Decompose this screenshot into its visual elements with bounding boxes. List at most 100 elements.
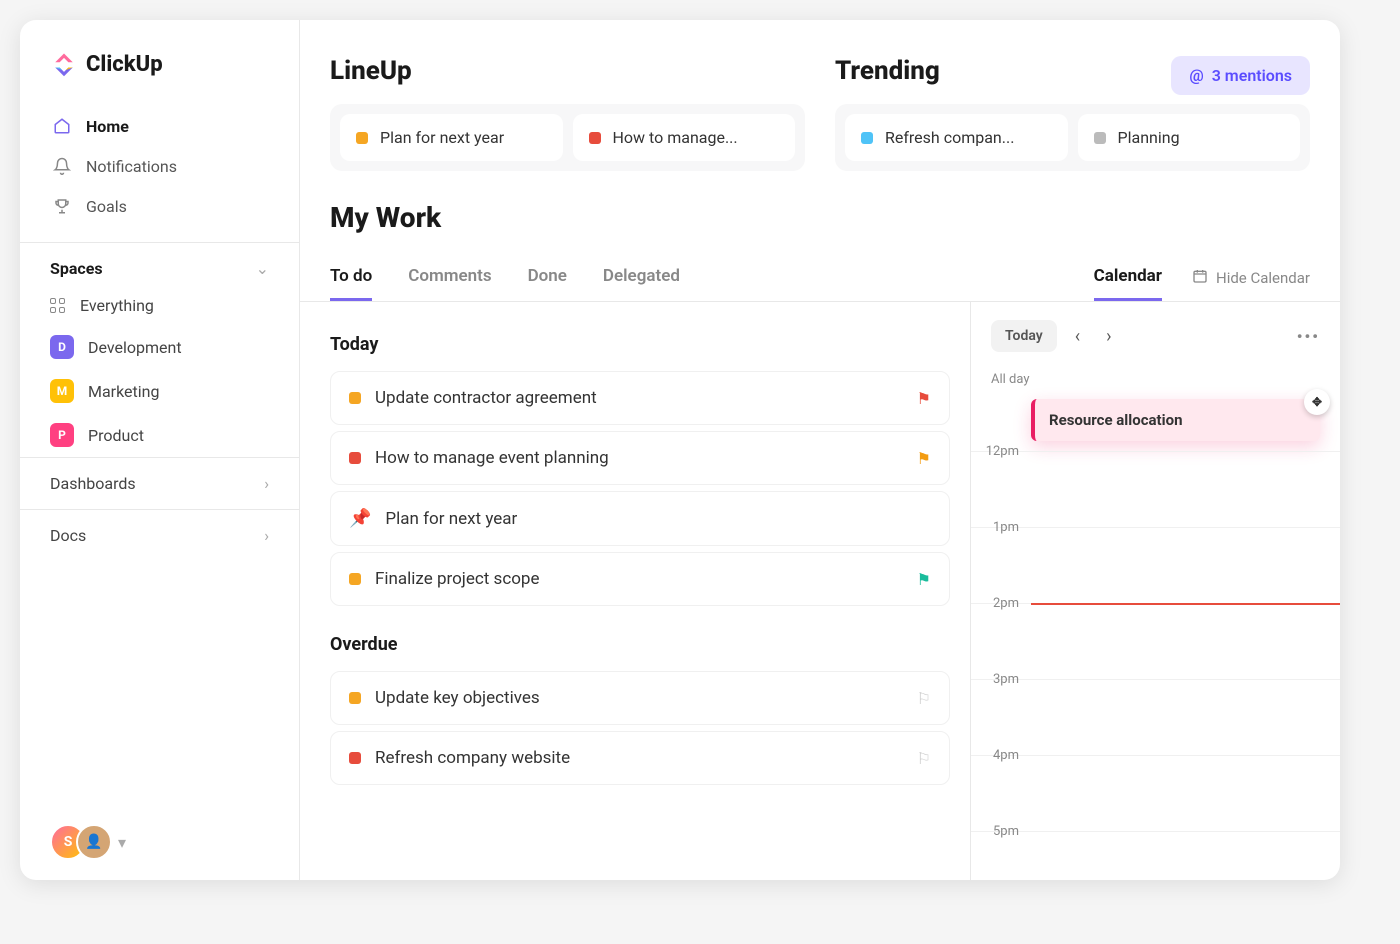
trending-card[interactable]: Planning	[1078, 114, 1301, 161]
logo[interactable]: ClickUp	[20, 20, 299, 98]
home-icon	[52, 116, 72, 136]
logo-text: ClickUp	[86, 52, 163, 77]
space-product[interactable]: P Product	[20, 413, 299, 457]
tabs-row: To do Comments Done Delegated Calendar H…	[300, 254, 1340, 302]
nav-goals-label: Goals	[86, 197, 127, 216]
space-badge-dev: D	[50, 335, 74, 359]
now-indicator	[1031, 603, 1340, 605]
lineup-widget: LineUp Plan for next year How to manage.…	[330, 56, 805, 171]
flag-icon[interactable]: ⚑	[917, 449, 931, 468]
status-dot	[589, 132, 601, 144]
pin-icon: 📌	[349, 508, 371, 529]
task-label: Plan for next year	[385, 509, 517, 529]
tab-delegated[interactable]: Delegated	[603, 254, 680, 301]
nav-home[interactable]: Home	[40, 106, 279, 146]
docs-section[interactable]: Docs ›	[20, 509, 299, 561]
docs-label: Docs	[50, 526, 86, 545]
nav-goals[interactable]: Goals	[40, 186, 279, 226]
at-icon: @	[1189, 66, 1203, 85]
card-label: Refresh compan...	[885, 128, 1014, 147]
group-today-title: Today	[330, 334, 950, 355]
bell-icon	[52, 156, 72, 176]
calendar-icon	[1192, 268, 1208, 288]
spaces-title: Spaces	[50, 259, 103, 278]
tasks-column: Today Update contractor agreement ⚑ How …	[300, 302, 970, 880]
dashboards-section[interactable]: Dashboards ›	[20, 457, 299, 509]
chevron-right-icon: ›	[264, 526, 269, 545]
space-everything-label: Everything	[80, 296, 154, 315]
hide-calendar-button[interactable]: Hide Calendar	[1162, 268, 1310, 288]
trophy-icon	[52, 196, 72, 216]
status-dot	[349, 573, 361, 585]
calendar-header: Today ‹ › •••	[971, 320, 1340, 366]
today-button[interactable]: Today	[991, 320, 1057, 352]
flag-icon[interactable]: ⚑	[917, 570, 931, 589]
trending-card[interactable]: Refresh compan...	[845, 114, 1068, 161]
next-button[interactable]: ›	[1098, 322, 1119, 351]
tab-comments[interactable]: Comments	[408, 254, 491, 301]
more-icon[interactable]: •••	[1297, 327, 1320, 346]
avatar-section[interactable]: S 👤 ▾	[20, 804, 299, 880]
top-widgets: LineUp Plan for next year How to manage.…	[300, 56, 1340, 171]
task-label: Finalize project scope	[375, 569, 540, 589]
primary-nav: Home Notifications Goals	[20, 98, 299, 234]
lineup-card[interactable]: How to manage...	[573, 114, 796, 161]
card-label: Planning	[1118, 128, 1180, 147]
nav-notifications[interactable]: Notifications	[40, 146, 279, 186]
space-label: Marketing	[88, 382, 159, 401]
time-row[interactable]: 12pm	[971, 451, 1340, 527]
task-item[interactable]: 📌 Plan for next year	[330, 491, 950, 546]
space-everything[interactable]: Everything	[20, 286, 299, 325]
nav-notifications-label: Notifications	[86, 157, 177, 176]
time-label: 12pm	[971, 444, 1031, 459]
time-row[interactable]: 5pm	[971, 831, 1340, 880]
time-row[interactable]: 1pm	[971, 527, 1340, 603]
tab-done[interactable]: Done	[528, 254, 567, 301]
dashboards-label: Dashboards	[50, 474, 136, 493]
status-dot	[349, 692, 361, 704]
card-label: How to manage...	[613, 128, 738, 147]
event-label: Resource allocation	[1049, 411, 1182, 429]
prev-button[interactable]: ‹	[1067, 322, 1088, 351]
flag-icon[interactable]: ⚐	[917, 749, 931, 768]
task-label: Update key objectives	[375, 688, 540, 708]
lineup-title: LineUp	[330, 56, 805, 86]
tabs-left: To do Comments Done Delegated	[330, 254, 1054, 301]
task-item[interactable]: Refresh company website ⚐	[330, 731, 950, 785]
move-handle-icon[interactable]: ✥	[1304, 389, 1330, 415]
flag-icon[interactable]: ⚐	[917, 689, 931, 708]
task-item[interactable]: Update contractor agreement ⚑	[330, 371, 950, 425]
mentions-badge[interactable]: @ 3 mentions	[1171, 56, 1310, 95]
status-dot	[1094, 132, 1106, 144]
time-row[interactable]: 2pm	[971, 603, 1340, 679]
space-label: Development	[88, 338, 182, 357]
content-row: Today Update contractor agreement ⚑ How …	[300, 302, 1340, 880]
card-label: Plan for next year	[380, 128, 504, 147]
time-label: 3pm	[971, 672, 1031, 687]
task-item[interactable]: Finalize project scope ⚑	[330, 552, 950, 606]
tab-todo[interactable]: To do	[330, 254, 372, 301]
time-row[interactable]: 3pm	[971, 679, 1340, 755]
avatar-stack: S 👤	[50, 824, 112, 860]
task-item[interactable]: How to manage event planning ⚑	[330, 431, 950, 485]
calendar-event[interactable]: Resource allocation ✥	[1031, 399, 1320, 441]
time-label: 4pm	[971, 748, 1031, 763]
chevron-right-icon: ›	[264, 474, 269, 493]
flag-icon[interactable]: ⚑	[917, 389, 931, 408]
time-row[interactable]: 4pm	[971, 755, 1340, 831]
time-label: 1pm	[971, 520, 1031, 535]
time-grid: 12pm 1pm 2pm 3pm 4pm 5pm	[971, 451, 1340, 880]
space-label: Product	[88, 426, 144, 445]
space-marketing[interactable]: M Marketing	[20, 369, 299, 413]
status-dot	[349, 452, 361, 464]
task-item[interactable]: Update key objectives ⚐	[330, 671, 950, 725]
chevron-down-icon: ▾	[118, 833, 126, 852]
status-dot	[861, 132, 873, 144]
task-label: Refresh company website	[375, 748, 570, 768]
trending-title: Trending	[835, 56, 940, 86]
tab-calendar[interactable]: Calendar	[1094, 254, 1162, 301]
lineup-card[interactable]: Plan for next year	[340, 114, 563, 161]
space-development[interactable]: D Development	[20, 325, 299, 369]
space-badge-mkt: M	[50, 379, 74, 403]
spaces-header[interactable]: Spaces ⌄	[20, 242, 299, 286]
